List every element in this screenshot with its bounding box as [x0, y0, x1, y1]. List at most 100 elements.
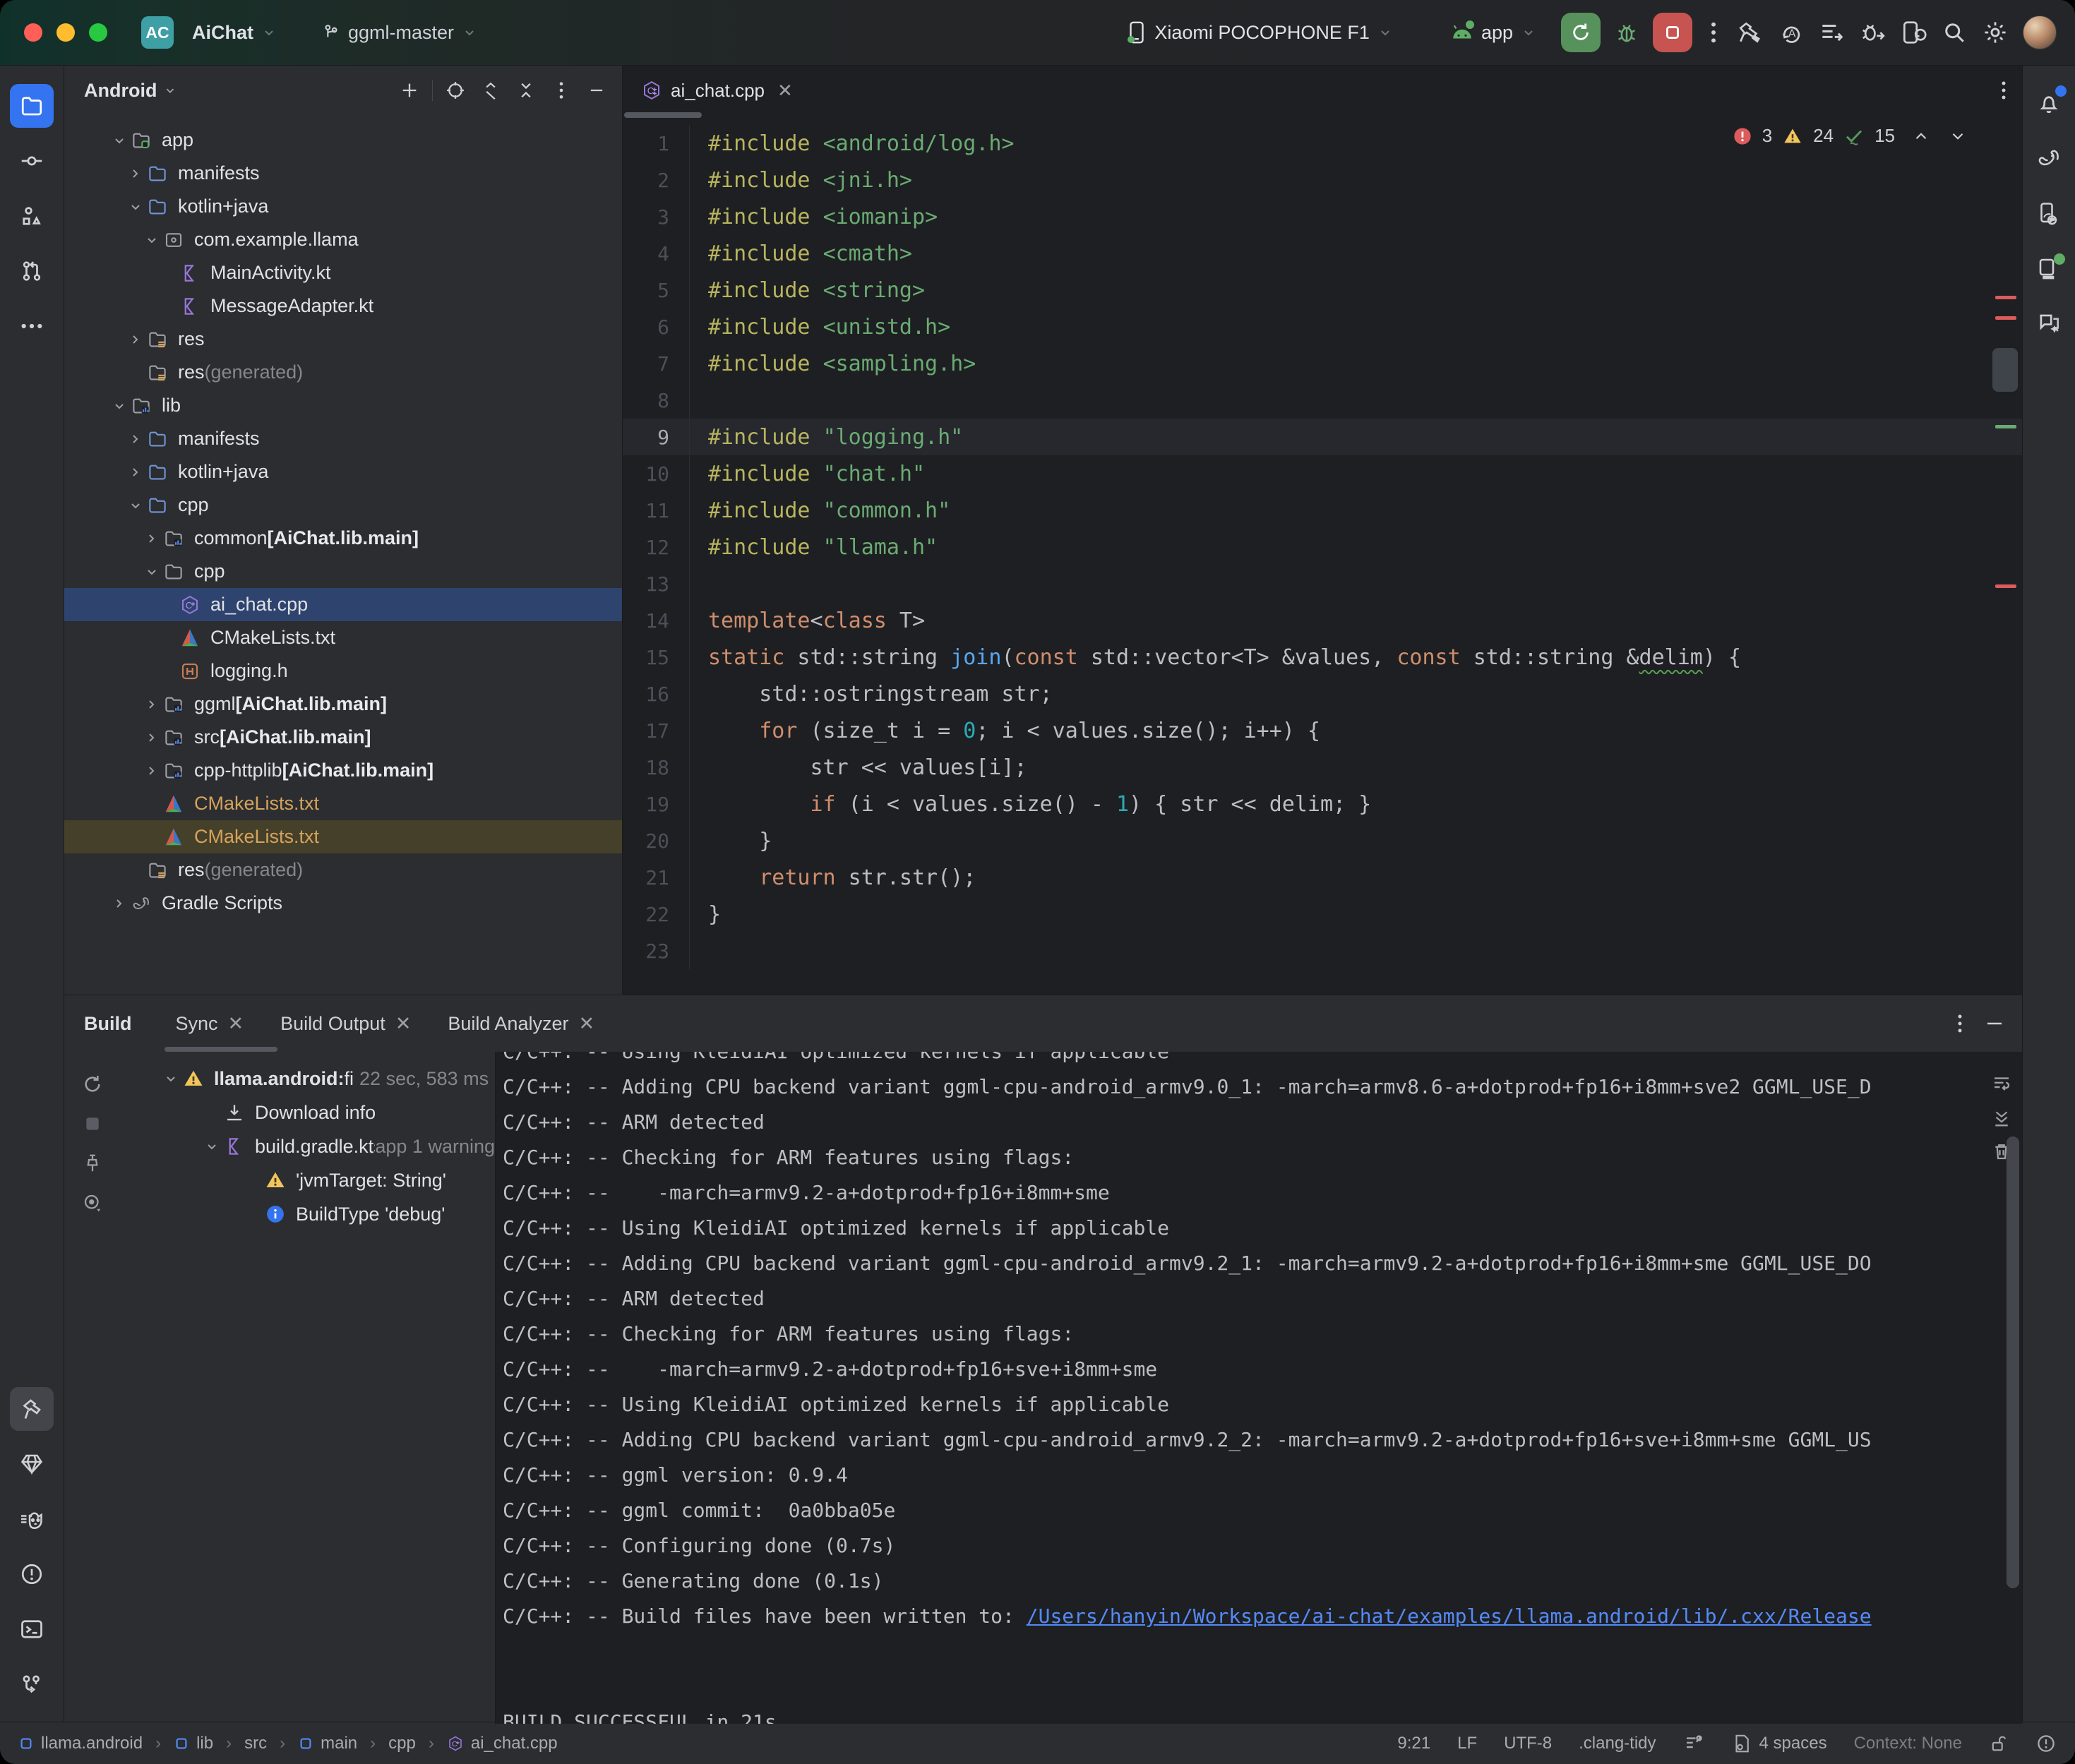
tree-item-res[interactable]: res (generated) — [64, 356, 622, 389]
tab-sync[interactable]: Sync✕ — [157, 995, 263, 1052]
code-line-3[interactable]: 3#include <iomanip> — [623, 198, 2022, 235]
line-ending[interactable]: LF — [1457, 1734, 1477, 1753]
terminal-tool-icon[interactable] — [10, 1607, 54, 1651]
debug-button[interactable] — [1606, 12, 1647, 53]
device-manager-icon[interactable] — [1893, 12, 1934, 53]
code-line-5[interactable]: 5#include <string> — [623, 272, 2022, 308]
linter-config[interactable]: .clang-tidy — [1579, 1734, 1656, 1753]
more-run-actions-icon[interactable] — [1698, 12, 1729, 53]
code-line-11[interactable]: 11#include "common.h" — [623, 492, 2022, 529]
chevron-down-icon[interactable] — [126, 497, 145, 514]
build-tree-item[interactable]: Download info — [121, 1096, 495, 1129]
code-line-2[interactable]: 2#include <jni.h> — [623, 162, 2022, 198]
code-line-12[interactable]: 12#include "llama.h" — [623, 529, 2022, 565]
code-line-17[interactable]: 17 for (size_t i = 0; i < values.size();… — [623, 712, 2022, 749]
settings-icon[interactable] — [1975, 12, 2016, 53]
context-widget[interactable]: Context: None — [1854, 1734, 1962, 1753]
tree-item-messageadapter-kt[interactable]: MessageAdapter.kt — [64, 289, 622, 323]
code-line-6[interactable]: 6#include <unistd.h> — [623, 308, 2022, 345]
tree-item-mainactivity-kt[interactable]: MainActivity.kt — [64, 256, 622, 289]
tab-build-analyzer[interactable]: Build Analyzer✕ — [429, 995, 613, 1052]
search-everywhere-icon[interactable] — [1934, 12, 1975, 53]
chevron-right-icon[interactable] — [126, 165, 145, 182]
console-scrollbar-thumb[interactable] — [2007, 1136, 2019, 1588]
error-stripe-mark[interactable] — [1995, 296, 2016, 299]
build-tree-item[interactable]: llama.android: fi22 sec, 583 ms — [121, 1062, 495, 1096]
tree-item-cpp[interactable]: cpp — [64, 488, 622, 522]
tree-item-common[interactable]: common [AiChat.lib.main] — [64, 522, 622, 555]
add-icon[interactable] — [394, 75, 425, 106]
code-line-8[interactable]: 8 — [623, 382, 2022, 419]
code-line-14[interactable]: 14template<class T> — [623, 602, 2022, 639]
tree-item-res[interactable]: res — [64, 323, 622, 356]
gemini-icon[interactable] — [2027, 301, 2071, 345]
tree-item-manifests[interactable]: manifests — [64, 422, 622, 455]
build-icon[interactable] — [1729, 12, 1770, 53]
breadcrumb-item-lib[interactable]: lib — [174, 1734, 213, 1753]
chevron-down-icon[interactable] — [109, 132, 129, 149]
close-tab-icon[interactable]: ✕ — [777, 80, 793, 102]
error-stripe-mark[interactable] — [1995, 584, 2016, 588]
build-tree-item[interactable]: 'jvmTarget: String' is deprec — [121, 1163, 495, 1197]
avatar[interactable] — [2023, 16, 2057, 49]
breadcrumb-item-src[interactable]: src — [244, 1734, 267, 1753]
tab-ai-chat-cpp[interactable]: C ai_chat.cpp ✕ — [623, 66, 807, 115]
device-manager-icon[interactable] — [2027, 191, 2071, 235]
pin-icon[interactable] — [76, 1146, 109, 1180]
project-selector[interactable]: AC AiChat — [141, 16, 277, 49]
apply-changes-icon[interactable]: A — [1770, 12, 1811, 53]
pull-requests-tool-icon[interactable] — [10, 249, 54, 293]
chevron-right-icon[interactable] — [142, 762, 162, 779]
apply-code-changes-icon[interactable] — [1811, 12, 1852, 53]
breadcrumb-item-cpp[interactable]: cpp — [388, 1734, 416, 1753]
gradle-icon[interactable] — [2027, 136, 2071, 180]
build-tool-window-title[interactable]: Build — [84, 1013, 132, 1035]
tree-item-lib[interactable]: lib — [64, 389, 622, 422]
tree-item-cpp[interactable]: cpp — [64, 555, 622, 588]
tree-item-manifests[interactable]: manifests — [64, 157, 622, 190]
close-tab-icon[interactable]: ✕ — [578, 1013, 594, 1035]
code-line-20[interactable]: 20 } — [623, 822, 2022, 859]
chevron-right-icon[interactable] — [142, 729, 162, 746]
inspections-widget[interactable]: 3 24 15 — [1733, 125, 1967, 147]
chevron-down-icon[interactable] — [201, 1138, 222, 1155]
problems-tool-icon[interactable] — [10, 1552, 54, 1596]
chevron-right-icon[interactable] — [126, 431, 145, 448]
code-line-23[interactable]: 23 — [623, 932, 2022, 969]
collapse-all-icon[interactable] — [510, 75, 542, 106]
device-selector[interactable]: Xiaomi POCOPHONE F1 — [1126, 20, 1394, 44]
chevron-right-icon[interactable] — [126, 331, 145, 348]
code-line-7[interactable]: 7#include <sampling.h> — [623, 345, 2022, 382]
close-tab-icon[interactable]: ✕ — [228, 1013, 244, 1035]
close-window-button[interactable] — [24, 23, 42, 42]
minimize-panel-icon[interactable] — [1984, 1013, 2005, 1034]
code-line-9[interactable]: 9#include "logging.h" — [623, 419, 2022, 455]
minimize-window-button[interactable] — [56, 23, 75, 42]
commit-tool-icon[interactable] — [10, 139, 54, 183]
file-encoding[interactable]: UTF-8 — [1504, 1734, 1552, 1753]
stop-build-icon[interactable] — [76, 1107, 109, 1141]
structure-tool-icon[interactable] — [10, 194, 54, 238]
build-tree-item[interactable]: build.gradle.kts app 1 warning — [121, 1129, 495, 1163]
logcat-tool-icon[interactable] — [10, 1497, 54, 1541]
indent-setting[interactable]: 4 spaces — [1731, 1733, 1827, 1754]
stripe-mark-green[interactable] — [1995, 425, 2016, 428]
expand-all-icon[interactable] — [475, 75, 506, 106]
filter-icon[interactable] — [76, 1186, 109, 1220]
tree-item-cmakelists-txt[interactable]: CMakeLists.txt — [64, 621, 622, 654]
rerun-build-icon[interactable] — [76, 1067, 109, 1101]
chevron-down-icon[interactable] — [126, 198, 145, 215]
code-line-21[interactable]: 21 return str.str(); — [623, 859, 2022, 896]
tree-item-ai-chat-cpp[interactable]: Cai_chat.cpp — [64, 588, 622, 621]
tree-item-kotlin-java[interactable]: kotlin+java — [64, 190, 622, 223]
next-problem-icon[interactable] — [1949, 127, 1967, 145]
code-line-10[interactable]: 10#include "chat.h" — [623, 455, 2022, 492]
code-line-19[interactable]: 19 if (i < values.size() - 1) { str << d… — [623, 786, 2022, 822]
soft-wrap-icon[interactable] — [1991, 1073, 2012, 1094]
breadcrumb-item-llama-android[interactable]: llama.android — [18, 1734, 143, 1753]
chevron-down-icon[interactable] — [142, 232, 162, 248]
chevron-right-icon[interactable] — [142, 696, 162, 713]
error-stripe[interactable] — [1991, 115, 2022, 995]
tree-item-app[interactable]: app — [64, 124, 622, 157]
error-stripe-mark[interactable] — [1995, 316, 2016, 320]
